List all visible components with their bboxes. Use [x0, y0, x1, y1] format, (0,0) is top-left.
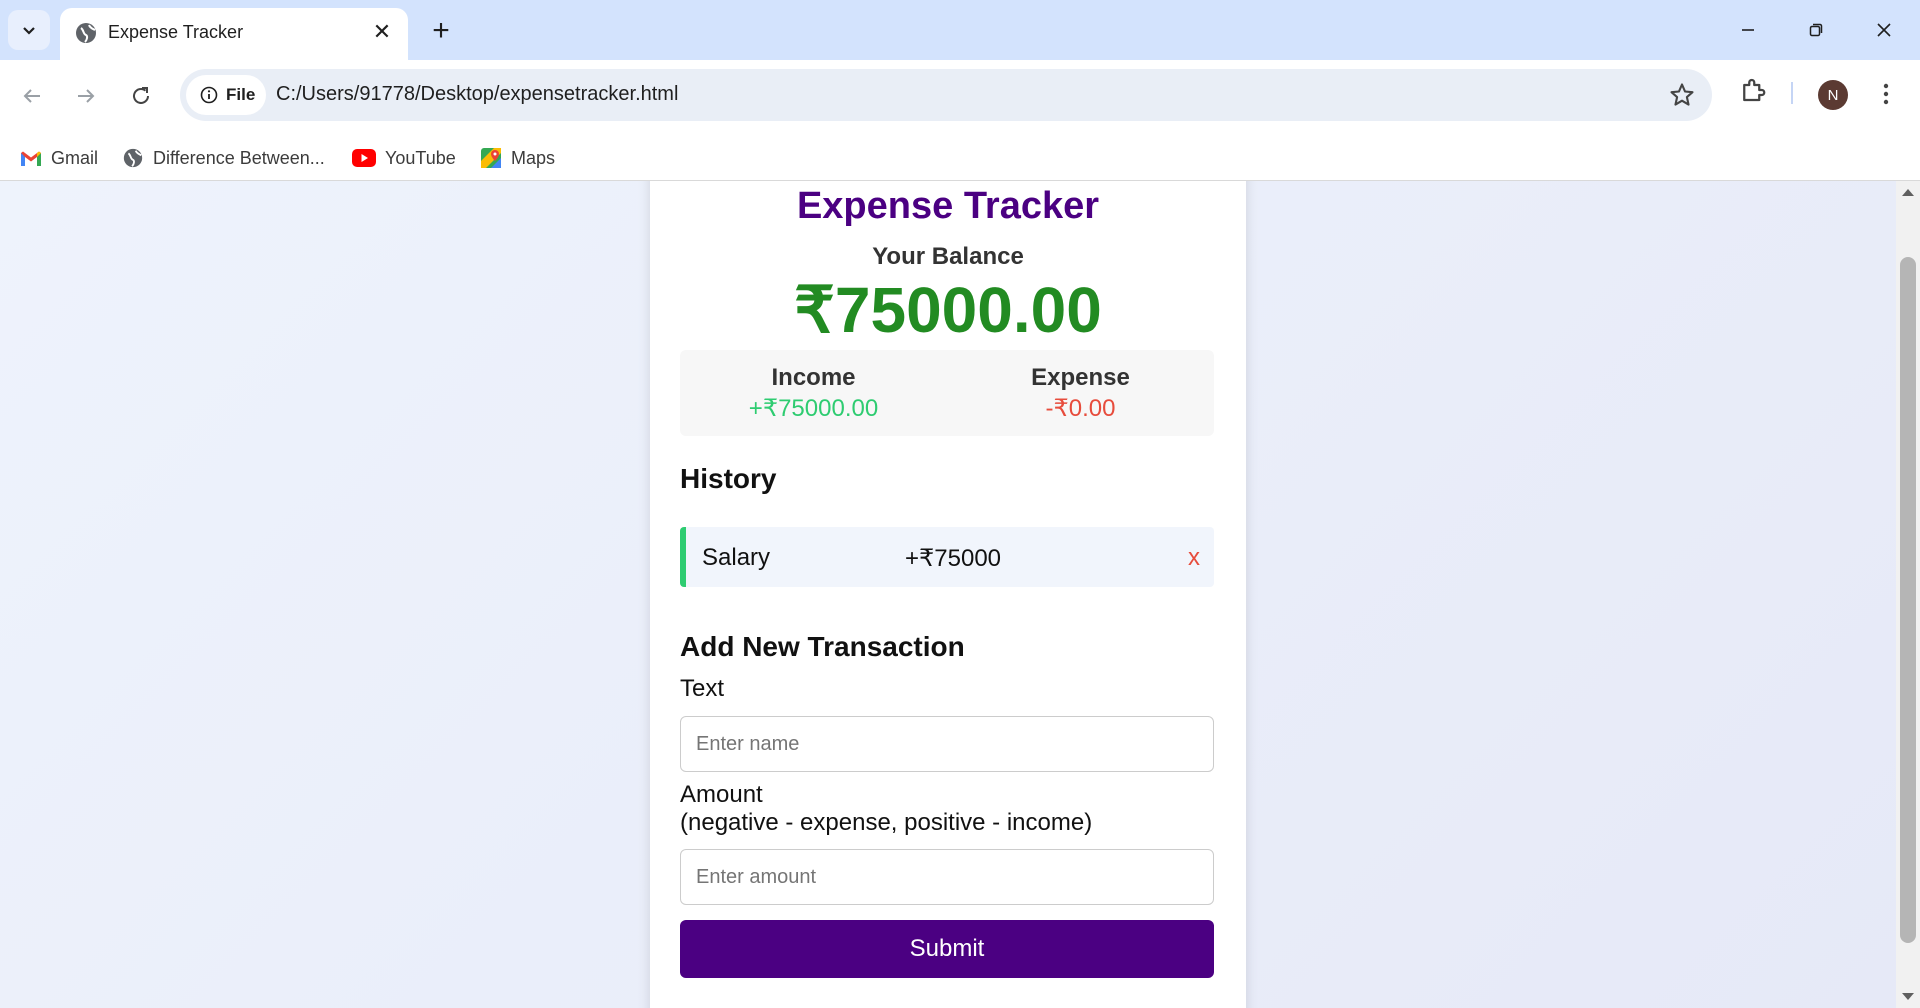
- chevron-down-icon: [23, 27, 35, 35]
- amount-label-line2: (negative - expense, positive - income): [680, 809, 1093, 836]
- address-bar[interactable]: File C:/Users/91778/Desktop/expensetrack…: [180, 69, 1712, 121]
- maps-icon: [481, 148, 501, 168]
- amount-label: Amount (negative - expense, positive - i…: [680, 781, 1092, 837]
- income-label: Income: [771, 364, 856, 391]
- bookmark-gmail[interactable]: Gmail: [20, 144, 98, 172]
- scroll-down-arrow-icon[interactable]: [1902, 993, 1914, 1000]
- profile-avatar[interactable]: N: [1818, 80, 1848, 110]
- extensions-icon[interactable]: [1738, 75, 1768, 105]
- close-icon: [1877, 23, 1891, 37]
- url-text[interactable]: C:/Users/91778/Desktop/expensetracker.ht…: [276, 83, 678, 106]
- bookmark-difference-between[interactable]: Difference Between...: [122, 144, 325, 172]
- bookmark-label: Maps: [511, 147, 556, 168]
- star-icon[interactable]: [1668, 81, 1696, 109]
- balance-label: Your Balance: [872, 243, 1024, 270]
- restore-icon: [1809, 23, 1823, 37]
- tab-search-button[interactable]: [8, 10, 50, 50]
- reload-button[interactable]: [121, 76, 161, 116]
- info-icon: [200, 86, 218, 104]
- expense-column: Expense -₹0.00: [947, 364, 1214, 423]
- text-label: Text: [680, 675, 725, 702]
- new-tab-button[interactable]: +: [424, 14, 458, 48]
- bookmark-label: YouTube: [385, 147, 456, 168]
- page-viewport: Expense Tracker Your Balance ₹75000.00 I…: [0, 181, 1896, 1008]
- minimize-button[interactable]: [1720, 8, 1776, 52]
- gmail-icon: [21, 151, 41, 166]
- expense-label: Expense: [1031, 364, 1130, 391]
- income-value: +₹75000.00: [748, 395, 879, 422]
- browser-toolbar: File C:/Users/91778/Desktop/expensetrack…: [0, 60, 1920, 188]
- amount-label-line1: Amount: [680, 781, 763, 808]
- text-input[interactable]: [680, 716, 1214, 772]
- close-tab-icon[interactable]: ✕: [368, 18, 396, 46]
- add-transaction-heading: Add New Transaction: [680, 631, 965, 662]
- toolbar-separator: [1791, 82, 1793, 104]
- tab-expense-tracker[interactable]: Expense Tracker ✕: [60, 8, 408, 60]
- browser-menu-button[interactable]: [1872, 76, 1900, 112]
- youtube-icon: [352, 149, 376, 167]
- arrow-right-icon: [78, 89, 95, 103]
- balance-value: ₹75000.00: [794, 274, 1102, 346]
- minimize-icon: [1742, 29, 1754, 31]
- history-heading: History: [680, 463, 777, 494]
- submit-button[interactable]: Submit: [680, 920, 1214, 978]
- income-expense-summary: Income +₹75000.00 Expense -₹0.00: [680, 350, 1214, 436]
- scroll-up-arrow-icon[interactable]: [1902, 189, 1914, 196]
- site-info-chip[interactable]: File: [186, 75, 266, 115]
- globe-icon: [76, 23, 96, 43]
- restore-button[interactable]: [1788, 8, 1844, 52]
- scrollbar-thumb[interactable]: [1900, 257, 1916, 943]
- delete-transaction-button[interactable]: x: [1188, 544, 1200, 572]
- income-column: Income +₹75000.00: [680, 364, 947, 423]
- expense-value: -₹0.00: [1045, 395, 1116, 422]
- close-window-button[interactable]: [1856, 8, 1912, 52]
- bookmark-youtube[interactable]: YouTube: [352, 144, 456, 172]
- tab-title: Expense Tracker: [108, 22, 244, 42]
- page-scrollbar[interactable]: [1896, 181, 1920, 1008]
- back-button[interactable]: [12, 76, 52, 116]
- forward-button[interactable]: [66, 76, 106, 116]
- app-title: Expense Tracker: [796, 185, 1100, 227]
- expense-tracker-card: Expense Tracker Your Balance ₹75000.00 I…: [650, 181, 1246, 1008]
- arrow-left-icon: [23, 89, 40, 103]
- history-item-amount: +₹75000: [904, 545, 1002, 572]
- history-item: Salary +₹75000 x: [680, 527, 1214, 587]
- amount-input[interactable]: [680, 849, 1214, 905]
- more-vertical-icon: [1883, 83, 1889, 105]
- bookmark-label: Gmail: [51, 147, 99, 168]
- bookmark-label: Difference Between...: [153, 147, 325, 168]
- file-chip-label: File: [226, 85, 256, 104]
- tab-strip: Expense Tracker ✕ +: [0, 0, 1920, 60]
- globe-icon: [123, 148, 143, 168]
- bookmark-maps[interactable]: Maps: [480, 144, 555, 172]
- reload-icon: [133, 87, 149, 104]
